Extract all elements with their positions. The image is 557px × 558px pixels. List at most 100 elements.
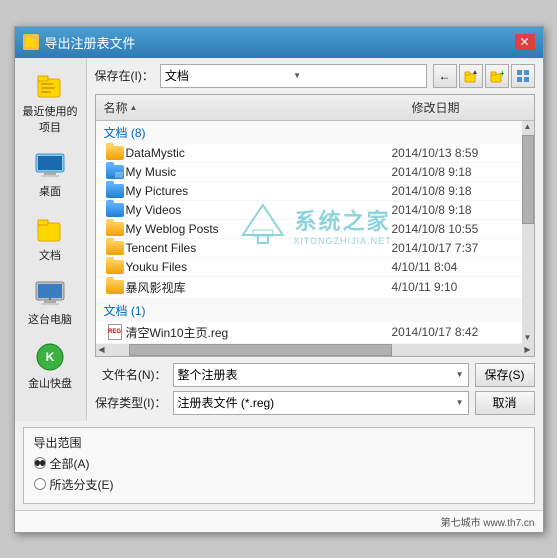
table-row[interactable]: Youku Files 4/10/11 8:04 — [96, 258, 522, 277]
toolbar-row: 保存在(I)： 文档 ▼ ← — [95, 64, 535, 88]
file-name: My Weblog Posts — [126, 222, 392, 236]
file-date: 2014/10/8 10:55 — [392, 222, 522, 236]
recent-icon — [34, 69, 66, 101]
table-row[interactable]: My Weblog Posts 2014/10/8 10:55 — [96, 220, 522, 239]
filename-label: 文件名(N)： — [95, 366, 167, 383]
table-row[interactable]: 暴风影视库 4/10/11 9:10 — [96, 277, 522, 299]
desktop-icon — [34, 149, 66, 181]
folder-icon-cell — [96, 203, 126, 217]
col-date-header[interactable]: 修改日期 — [404, 97, 534, 118]
radio-all[interactable] — [34, 457, 46, 469]
sidebar-item-desktop[interactable]: 桌面 — [18, 144, 82, 204]
folder-icon-cell — [96, 241, 126, 255]
file-date: 2014/10/13 8:59 — [392, 146, 522, 160]
sidebar-item-computer[interactable]: 这台电脑 — [18, 272, 82, 332]
reg-file-icon: REG — [108, 324, 122, 340]
table-row[interactable]: My Pictures 2014/10/8 9:18 — [96, 182, 522, 201]
folder-icon-cell — [96, 260, 126, 274]
computer-icon — [34, 277, 66, 309]
filename-combo[interactable]: 整个注册表 ▼ — [173, 363, 469, 387]
file-list-area: 名称 ▲ 修改日期 文档 (8) DataMystic 2014/10/13 8… — [95, 94, 535, 357]
folder-icon2 — [106, 222, 124, 236]
path-value: 文档 — [165, 67, 293, 84]
dialog-icon — [23, 34, 39, 50]
cancel-button[interactable]: 取消 — [475, 391, 535, 415]
sidebar-label-computer: 这台电脑 — [28, 311, 72, 327]
back-button[interactable]: ← — [433, 64, 457, 88]
folder-icon5 — [106, 280, 124, 294]
up-button[interactable] — [459, 64, 483, 88]
file-name: 暴风影视库 — [126, 279, 392, 296]
special-folder-icon2 — [106, 184, 124, 198]
bottom-fields: 文件名(N)： 整个注册表 ▼ 保存(S) 保存类型(I)： 注册表文件 (*.… — [95, 363, 535, 415]
table-row[interactable]: REG 清空Win10主页.reg 2014/10/17 8:42 — [96, 322, 522, 344]
folder-icon-cell — [96, 222, 126, 236]
svg-text:+: + — [500, 69, 504, 78]
folder-icon-cell — [96, 165, 126, 179]
sidebar-item-wps[interactable]: K 金山快盘 — [18, 336, 82, 396]
file-name: Youku Files — [126, 260, 392, 274]
title-bar: 导出注册表文件 ✕ — [15, 27, 543, 58]
export-scope: 导出范围 全部(A) 所选分支(E) — [23, 427, 535, 504]
radio-selected[interactable] — [34, 478, 46, 490]
save-button[interactable]: 保存(S) — [475, 363, 535, 387]
file-list-scroll[interactable]: 文档 (8) DataMystic 2014/10/13 8:59 — [96, 121, 522, 344]
folder-icon — [106, 146, 124, 160]
radio-all-row: 全部(A) — [34, 455, 524, 472]
vertical-scrollbar[interactable]: ▲ ▼ — [522, 121, 534, 344]
sidebar-label-wps: 金山快盘 — [28, 375, 72, 391]
scroll-right-btn[interactable]: ▶ — [522, 344, 534, 356]
filetype-combo[interactable]: 注册表文件 (*.reg) ▼ — [173, 391, 469, 415]
col-name-header[interactable]: 名称 ▲ — [96, 97, 404, 118]
toolbar-buttons: ← + — [433, 64, 535, 88]
save-in-label: 保存在(I)： — [95, 67, 154, 84]
path-combo[interactable]: 文档 ▼ — [160, 64, 427, 88]
file-list-header: 名称 ▲ 修改日期 — [96, 95, 534, 121]
table-row[interactable]: Tencent Files 2014/10/17 7:37 — [96, 239, 522, 258]
file-name: My Pictures — [126, 184, 392, 198]
scroll-up-btn[interactable]: ▲ — [522, 121, 534, 133]
table-row[interactable]: My Music 2014/10/8 9:18 — [96, 163, 522, 182]
file-date: 2014/10/8 9:18 — [392, 184, 522, 198]
file-name: My Videos — [126, 203, 392, 217]
new-folder-button[interactable]: + — [485, 64, 509, 88]
file-date: 2014/10/8 9:18 — [392, 165, 522, 179]
new-folder-icon: + — [490, 69, 504, 83]
sidebar-label-documents: 文档 — [39, 247, 61, 263]
filename-dropdown-arrow: ▼ — [456, 370, 464, 379]
table-row[interactable]: DataMystic 2014/10/13 8:59 — [96, 144, 522, 163]
folder-icon-cell — [96, 146, 126, 160]
right-content: 保存在(I)： 文档 ▼ ← — [87, 58, 543, 421]
folder-icon-cell — [96, 184, 126, 198]
up-folder-icon — [464, 69, 478, 83]
reg-file-icon-cell: REG — [96, 324, 126, 340]
sidebar-item-documents[interactable]: 文档 — [18, 208, 82, 268]
filetype-dropdown-arrow: ▼ — [456, 398, 464, 407]
file-date: 4/10/11 9:10 — [392, 280, 522, 294]
scroll-left-btn[interactable]: ◀ — [96, 344, 108, 356]
documents-icon — [34, 213, 66, 245]
export-registry-dialog: 导出注册表文件 ✕ 最近使用的项目 — [14, 26, 544, 533]
file-date: 2014/10/8 9:18 — [392, 203, 522, 217]
sidebar-item-recent[interactable]: 最近使用的项目 — [18, 64, 82, 140]
radio-selected-label: 所选分支(E) — [50, 476, 114, 493]
file-list-with-scroll: 文档 (8) DataMystic 2014/10/13 8:59 — [96, 121, 534, 344]
table-row[interactable]: My Videos 2014/10/8 9:18 — [96, 201, 522, 220]
horizontal-scrollbar[interactable]: ◀ ▶ — [96, 344, 534, 356]
horiz-scroll-thumb[interactable] — [129, 344, 392, 356]
svg-text:K: K — [46, 350, 55, 364]
close-button[interactable]: ✕ — [515, 34, 535, 50]
filetype-row: 保存类型(I)： 注册表文件 (*.reg) ▼ 取消 — [95, 391, 535, 415]
view-button[interactable] — [511, 64, 535, 88]
folder-icon3 — [106, 241, 124, 255]
bottom-bar-text: 第七城市 www.th7.cn — [441, 514, 535, 529]
file-name: 清空Win10主页.reg — [126, 324, 392, 341]
file-name: Tencent Files — [126, 241, 392, 255]
file-name: DataMystic — [126, 146, 392, 160]
sidebar-label-desktop: 桌面 — [39, 183, 61, 199]
file-date: 2014/10/17 7:37 — [392, 241, 522, 255]
scroll-down-btn[interactable]: ▼ — [522, 332, 534, 344]
bottom-bar: 第七城市 www.th7.cn — [15, 510, 543, 532]
file-date: 2014/10/17 8:42 — [392, 325, 522, 339]
scroll-thumb[interactable] — [522, 135, 534, 224]
